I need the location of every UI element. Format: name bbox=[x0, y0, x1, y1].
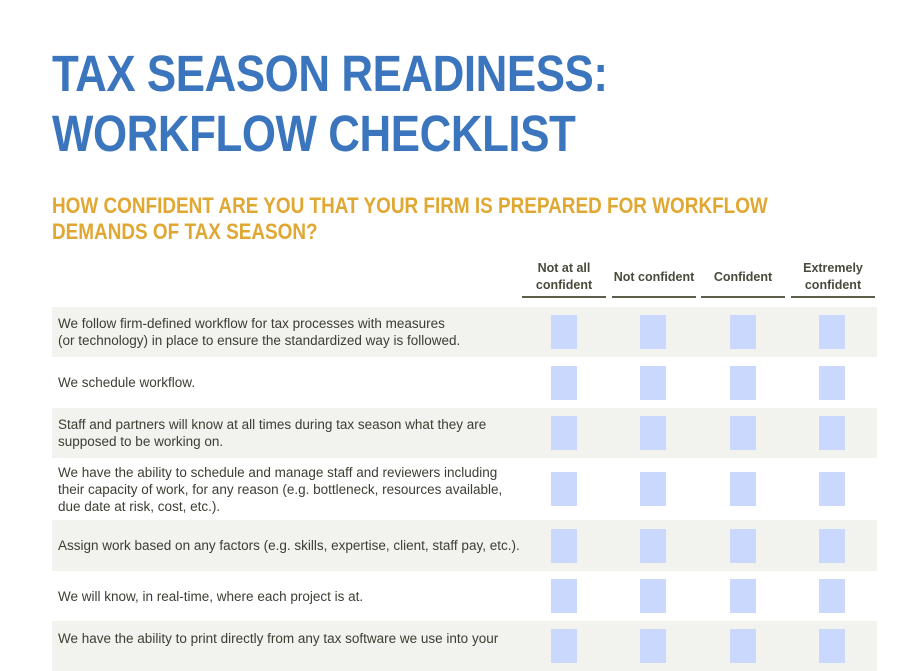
checkbox-confident[interactable] bbox=[730, 472, 756, 506]
row-statement: We have the ability to schedule and mana… bbox=[58, 458, 528, 520]
checkbox-extremely-confident[interactable] bbox=[819, 629, 845, 663]
table-row: Assign work based on any factors (e.g. s… bbox=[52, 520, 877, 571]
title: TAX SEASON READINESS: WORKFLOW CHECKLIST bbox=[52, 44, 608, 164]
checkbox-extremely-confident[interactable] bbox=[819, 472, 845, 506]
checkbox-not-at-all-confident[interactable] bbox=[551, 416, 577, 450]
row-statement: We will know, in real-time, where each p… bbox=[58, 571, 528, 621]
checkbox-not-confident[interactable] bbox=[640, 416, 666, 450]
checkbox-not-at-all-confident[interactable] bbox=[551, 472, 577, 506]
title-line-1: TAX SEASON READINESS: bbox=[52, 45, 608, 102]
statement-line: supposed to be working on. bbox=[58, 434, 224, 449]
checkbox-not-confident[interactable] bbox=[640, 579, 666, 613]
table-row: We have the ability to print directly fr… bbox=[52, 621, 877, 671]
checkbox-not-at-all-confident[interactable] bbox=[551, 315, 577, 349]
checkbox-not-confident[interactable] bbox=[640, 472, 666, 506]
statement-line: We have the ability to schedule and mana… bbox=[58, 464, 498, 480]
checkbox-not-confident[interactable] bbox=[640, 315, 666, 349]
question-line-2: DEMANDS OF TAX SEASON? bbox=[52, 219, 318, 244]
title-line-2: WORKFLOW CHECKLIST bbox=[52, 105, 576, 162]
checkbox-confident[interactable] bbox=[730, 315, 756, 349]
column-header-not-confident: Not confident bbox=[612, 258, 696, 298]
row-statement: We have the ability to print directly fr… bbox=[58, 621, 528, 671]
column-header-extremely-confident: Extremely confident bbox=[791, 258, 875, 298]
checkbox-not-confident[interactable] bbox=[640, 629, 666, 663]
statement-line: We schedule workflow. bbox=[58, 375, 196, 390]
statement-line: Staff and partners will know at all time… bbox=[58, 417, 487, 432]
checkbox-extremely-confident[interactable] bbox=[819, 416, 845, 450]
checkbox-not-at-all-confident[interactable] bbox=[551, 366, 577, 400]
statement-line: due date at risk, cost, etc.). bbox=[58, 498, 221, 514]
checkbox-extremely-confident[interactable] bbox=[819, 579, 845, 613]
question-line-1: HOW CONFIDENT ARE YOU THAT YOUR FIRM IS … bbox=[52, 193, 768, 218]
statement-line: We will know, in real-time, where each p… bbox=[58, 588, 364, 604]
row-statement: We follow firm-defined workflow for tax … bbox=[58, 307, 528, 357]
statement-line: We have the ability to print directly fr… bbox=[58, 631, 499, 646]
statement-line: Assign work based on any factors (e.g. s… bbox=[58, 538, 520, 553]
table-row: We follow firm-defined workflow for tax … bbox=[52, 307, 877, 357]
checkbox-extremely-confident[interactable] bbox=[819, 366, 845, 400]
row-statement: We schedule workflow. bbox=[58, 357, 528, 408]
table-row: We will know, in real-time, where each p… bbox=[52, 571, 877, 621]
table-row: Staff and partners will know at all time… bbox=[52, 408, 877, 458]
statement-line: We follow firm-defined workflow for tax … bbox=[58, 316, 445, 331]
checkbox-extremely-confident[interactable] bbox=[819, 315, 845, 349]
checkbox-not-confident[interactable] bbox=[640, 366, 666, 400]
checkbox-confident[interactable] bbox=[730, 629, 756, 663]
column-header-confident: Confident bbox=[701, 258, 785, 298]
question-heading: HOW CONFIDENT ARE YOU THAT YOUR FIRM IS … bbox=[52, 193, 768, 245]
checkbox-confident[interactable] bbox=[730, 579, 756, 613]
table-row: We have the ability to schedule and mana… bbox=[52, 458, 877, 520]
checkbox-not-at-all-confident[interactable] bbox=[551, 629, 577, 663]
column-header-not-at-all-confident: Not at all confident bbox=[522, 258, 606, 298]
row-statement: Assign work based on any factors (e.g. s… bbox=[58, 520, 528, 571]
statement-line: (or technology) in place to ensure the s… bbox=[58, 333, 461, 348]
checkbox-not-confident[interactable] bbox=[640, 529, 666, 563]
checkbox-extremely-confident[interactable] bbox=[819, 529, 845, 563]
table-row: We schedule workflow. bbox=[52, 357, 877, 408]
statement-line: their capacity of work, for any reason (… bbox=[58, 481, 503, 497]
checkbox-not-at-all-confident[interactable] bbox=[551, 529, 577, 563]
checkbox-confident[interactable] bbox=[730, 366, 756, 400]
checkbox-confident[interactable] bbox=[730, 416, 756, 450]
checkbox-not-at-all-confident[interactable] bbox=[551, 579, 577, 613]
row-statement: Staff and partners will know at all time… bbox=[58, 408, 528, 458]
checkbox-confident[interactable] bbox=[730, 529, 756, 563]
